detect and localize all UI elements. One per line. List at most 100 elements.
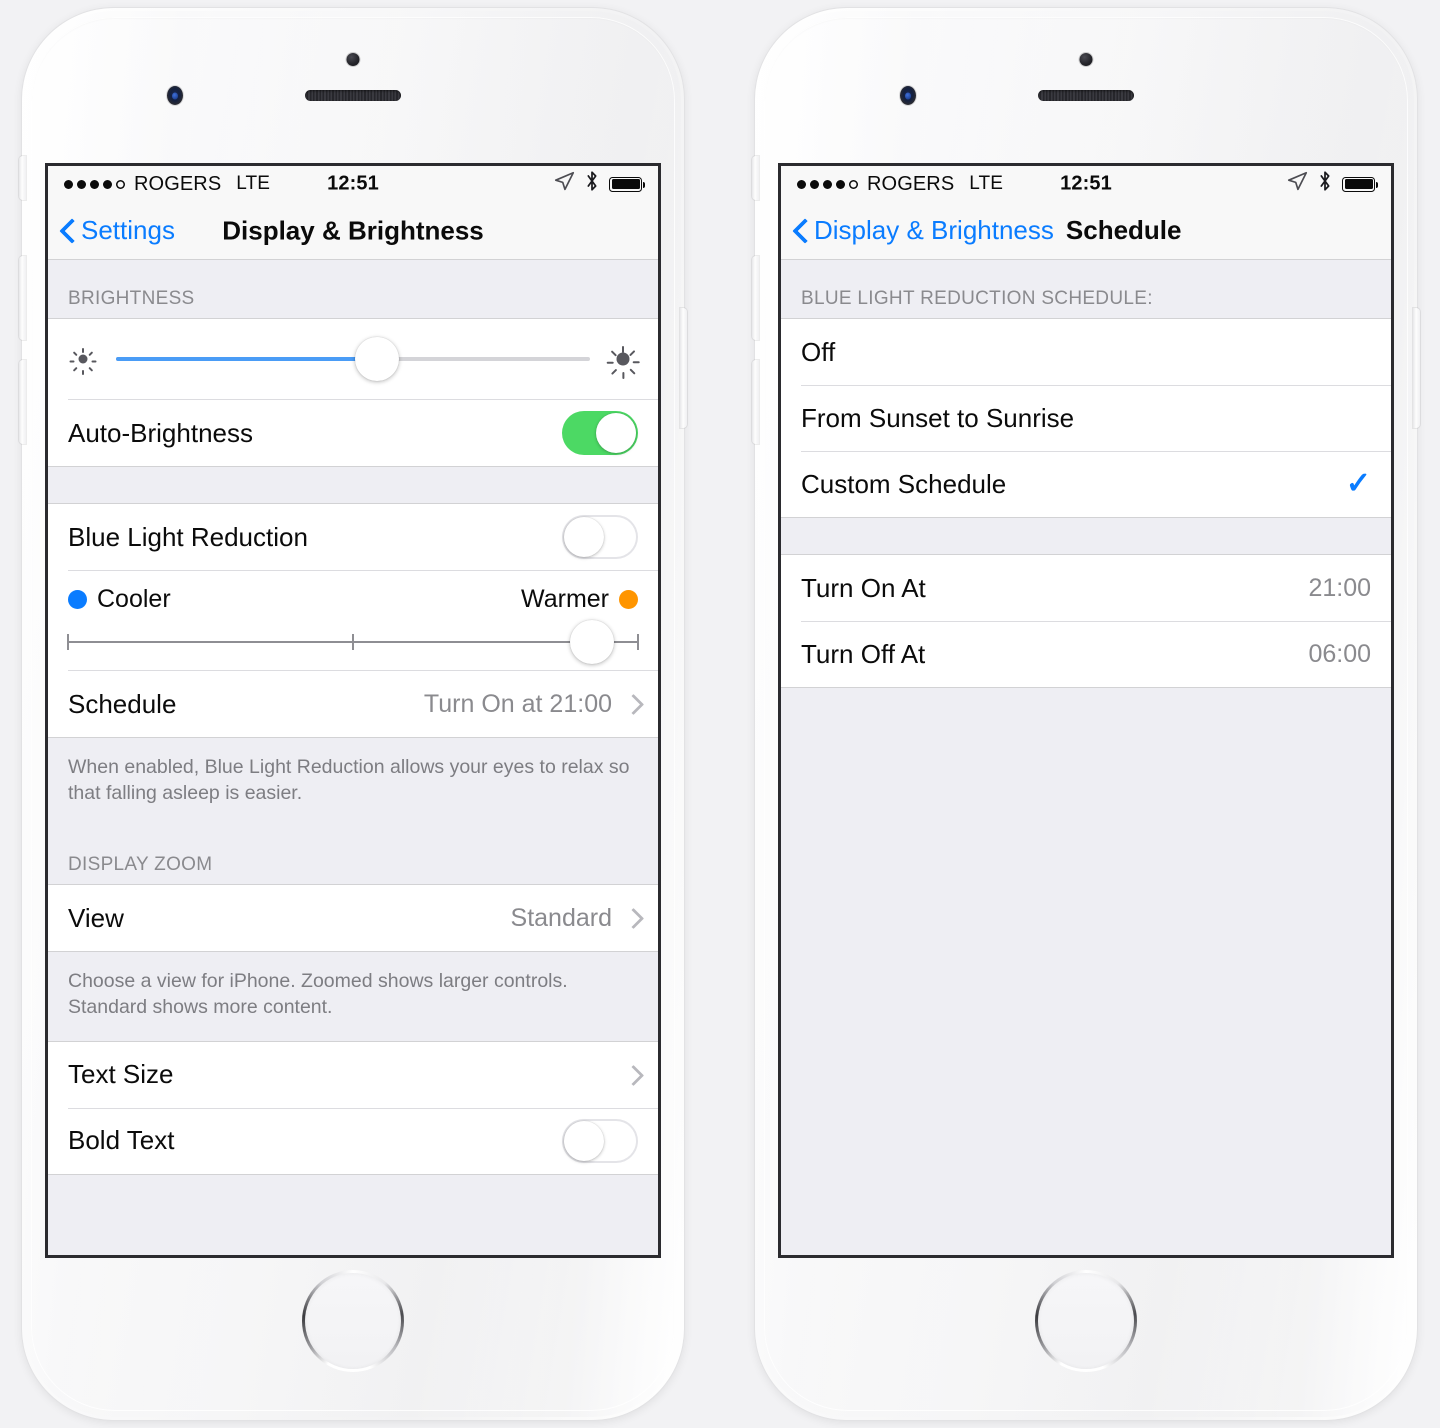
schedule-section-header: BLUE LIGHT REDUCTION SCHEDULE: — [801, 288, 1153, 309]
temperature-slider-knob[interactable] — [570, 620, 615, 664]
settings-list-right[interactable]: BLUE LIGHT REDUCTION SCHEDULE: Off From … — [781, 260, 1391, 1255]
home-button-left[interactable] — [302, 1270, 404, 1372]
location-arrow-icon-right — [1287, 171, 1308, 198]
turn-on-at-label: Turn On At — [801, 572, 926, 603]
view-label: View — [68, 902, 124, 933]
battery-icon-left — [609, 176, 645, 192]
chevron-right-icon-schedule — [626, 693, 638, 715]
earpiece-speaker-left — [305, 90, 401, 101]
battery-icon-right — [1342, 176, 1378, 192]
home-button-right[interactable] — [1035, 1270, 1137, 1372]
screen-right: ROGERS LTE 12:51 Display & Brightness Sc… — [778, 163, 1394, 1258]
schedule-row[interactable]: Schedule Turn On at 21:00 — [48, 671, 658, 737]
page-title-right: Schedule — [1065, 215, 1182, 245]
temperature-slider-track[interactable] — [67, 620, 639, 664]
bluetooth-icon-right — [1317, 170, 1333, 198]
back-button-label-left: Settings — [81, 215, 175, 245]
bluetooth-icon-left — [584, 170, 600, 198]
schedule-option-label: Custom Schedule — [801, 468, 1007, 499]
nav-bar-right: Display & Brightness Schedule — [781, 202, 1391, 260]
schedule-option-label: From Sunset to Sunrise — [801, 402, 1075, 433]
brightness-slider-track[interactable] — [116, 337, 590, 381]
earpiece-speaker-right — [1038, 90, 1134, 101]
turn-on-at-row[interactable]: Turn On At 21:00 — [781, 555, 1391, 621]
auto-brightness-label: Auto-Brightness — [68, 417, 253, 448]
schedule-value: Turn On at 21:00 — [423, 689, 612, 718]
chevron-right-icon-view — [626, 907, 638, 929]
brightness-slider-row[interactable] — [48, 319, 658, 399]
mute-switch-left[interactable] — [19, 156, 26, 200]
schedule-option-custom[interactable]: Custom Schedule ✓ — [781, 451, 1391, 517]
schedule-label: Schedule — [68, 688, 177, 719]
chevron-right-icon-textsize — [626, 1064, 638, 1086]
view-value: Standard — [510, 903, 612, 932]
location-arrow-icon-left — [554, 171, 575, 198]
proximity-sensor-icon-left — [167, 86, 183, 105]
brightness-section-header: BRIGHTNESS — [68, 288, 195, 309]
bold-text-toggle[interactable] — [562, 1118, 638, 1163]
schedule-option-sunset-sunrise[interactable]: From Sunset to Sunrise — [781, 385, 1391, 451]
turn-on-at-value: 21:00 — [1308, 573, 1371, 602]
screenshot-stage: ROGERS LTE 12:51 Settings Display & Brig… — [0, 0, 1440, 1428]
auto-brightness-toggle[interactable] — [562, 411, 638, 455]
volume-down-button-left[interactable] — [19, 360, 26, 444]
turn-off-at-label: Turn Off At — [801, 638, 926, 669]
chevron-left-icon-left — [60, 218, 75, 244]
bold-text-row[interactable]: Bold Text — [48, 1107, 658, 1174]
mute-switch-right[interactable] — [752, 156, 759, 200]
temperature-slider-row[interactable] — [48, 614, 658, 670]
display-zoom-card: View Standard — [48, 884, 658, 953]
display-zoom-header: DISPLAY ZOOM — [68, 854, 213, 876]
iphone-device-right: ROGERS LTE 12:51 Display & Brightness Sc… — [752, 8, 1420, 1420]
schedule-options-card: Off From Sunset to Sunrise Custom Schedu… — [781, 318, 1391, 518]
cooler-label: Cooler — [97, 585, 171, 613]
brightness-slider-fill — [116, 357, 377, 361]
blue-light-reduction-toggle[interactable] — [562, 515, 638, 559]
view-row[interactable]: View Standard — [48, 885, 658, 952]
nav-bar-left: Settings Display & Brightness — [48, 202, 658, 260]
back-button-label-right: Display & Brightness — [814, 215, 1054, 245]
blue-light-reduction-row[interactable]: Blue Light Reduction — [48, 504, 658, 570]
schedule-option-off[interactable]: Off — [781, 319, 1391, 385]
proximity-sensor-icon-right — [900, 86, 916, 105]
back-button-left[interactable]: Settings — [60, 215, 175, 246]
text-card: Text Size Bold Text — [48, 1040, 658, 1175]
brightness-card: Auto-Brightness — [48, 318, 658, 467]
status-time-right: 12:51 — [1060, 172, 1112, 195]
back-button-right[interactable]: Display & Brightness — [793, 215, 1054, 246]
power-button-right[interactable] — [1413, 308, 1420, 428]
tick-max — [637, 634, 639, 650]
bold-text-label: Bold Text — [68, 1125, 175, 1155]
status-bar-right: ROGERS LTE 12:51 — [781, 166, 1391, 202]
volume-up-button-right[interactable] — [752, 256, 759, 340]
status-time-left: 12:51 — [327, 172, 379, 195]
turn-off-at-row[interactable]: Turn Off At 06:00 — [781, 621, 1391, 687]
sun-large-icon — [606, 344, 640, 379]
volume-down-button-right[interactable] — [752, 360, 759, 444]
signal-strength-icon-right — [797, 179, 858, 189]
blue-light-footer: When enabled, Blue Light Reduction allow… — [68, 756, 630, 805]
text-size-row[interactable]: Text Size — [48, 1041, 658, 1108]
section-gap — [48, 467, 658, 503]
volume-up-button-left[interactable] — [19, 256, 26, 340]
carrier-name-left: ROGERS — [134, 172, 222, 195]
front-camera-icon-right — [1079, 53, 1093, 66]
carrier-name-right: ROGERS — [867, 172, 955, 195]
tick-min — [67, 634, 69, 650]
sun-small-icon — [68, 344, 98, 375]
auto-brightness-row[interactable]: Auto-Brightness — [48, 400, 658, 466]
warmer-label: Warmer — [521, 585, 609, 613]
power-button-left[interactable] — [680, 308, 687, 428]
cooler-dot-icon — [68, 590, 87, 609]
network-type-right: LTE — [969, 173, 1004, 194]
warmer-dot-icon — [619, 590, 638, 609]
blue-light-reduction-label: Blue Light Reduction — [68, 521, 308, 552]
chevron-left-icon-right — [793, 218, 808, 244]
section-gap — [781, 518, 1391, 554]
checkmark-icon: ✓ — [1345, 467, 1371, 500]
network-type-left: LTE — [236, 173, 271, 194]
settings-list-left[interactable]: BRIGHTNESS Auto-Brightness Blue Light Re… — [48, 260, 658, 1255]
front-camera-icon-left — [346, 53, 360, 66]
brightness-slider-knob[interactable] — [354, 337, 399, 381]
turn-off-at-value: 06:00 — [1308, 639, 1371, 668]
